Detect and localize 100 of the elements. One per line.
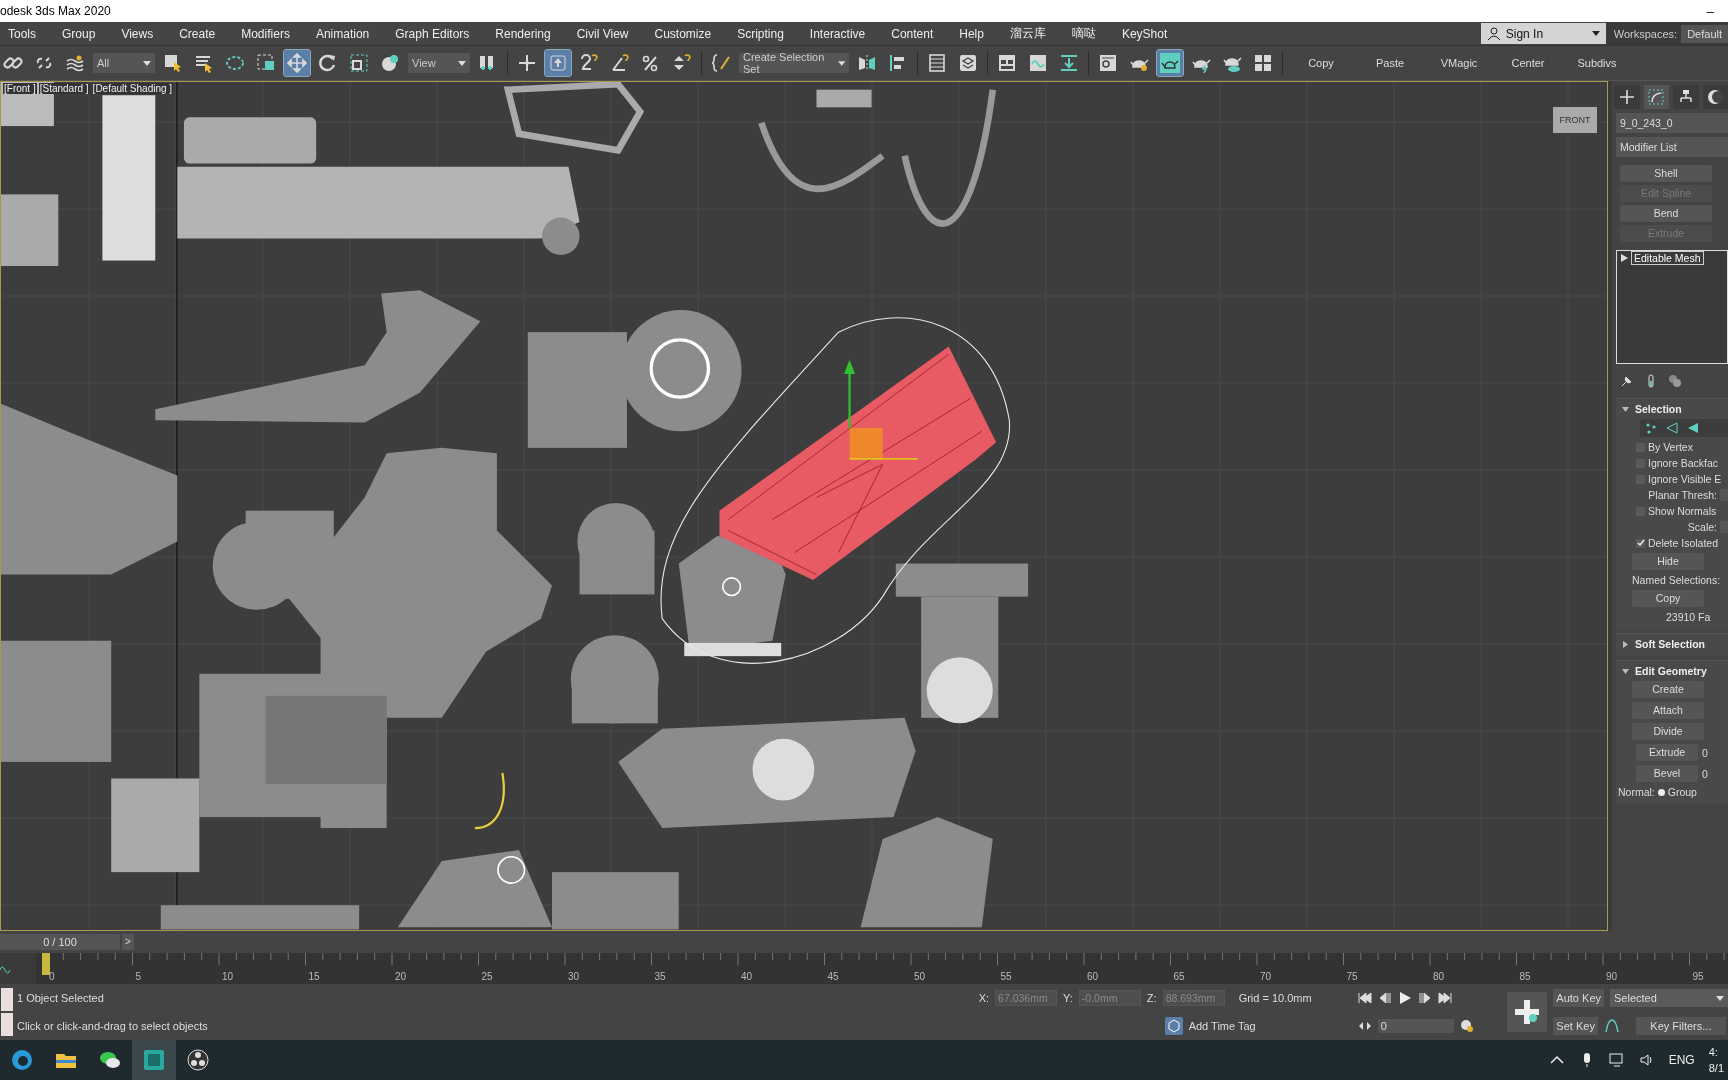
panel-tab[interactable] <box>1673 85 1699 109</box>
menu-item[interactable]: 嘀哒 <box>1058 25 1109 42</box>
frame-counter[interactable]: 0 / 100 <box>0 934 120 950</box>
arrow-up-button[interactable] <box>545 50 571 76</box>
clock-gear-icon[interactable] <box>1459 1019 1474 1033</box>
modifier-stack-item[interactable]: Editable Mesh <box>1632 252 1703 264</box>
radio-option[interactable]: Group <box>1667 786 1697 798</box>
selection-filter-dropdown[interactable]: All <box>93 53 155 73</box>
modifier-button[interactable]: Bend <box>1620 205 1712 222</box>
selection-set-dropdown[interactable]: Create Selection Set <box>739 53 849 73</box>
cube-icon[interactable] <box>1164 1016 1183 1035</box>
menu-item[interactable]: KeyShot <box>1108 26 1181 41</box>
next-frame-button[interactable]: > <box>122 934 134 950</box>
go-to-end-icon[interactable] <box>1437 991 1452 1005</box>
viewport-label[interactable]: [Front ] <box>3 83 37 94</box>
snap-icon <box>579 53 599 73</box>
panel-button[interactable]: Attach <box>1632 702 1704 719</box>
rollout-title[interactable]: Edit Geometry <box>1635 665 1707 677</box>
set-key-toggle[interactable]: Set Key <box>1553 1017 1598 1035</box>
language-indicator[interactable]: ENG <box>1668 1053 1695 1067</box>
track-bar[interactable]: 0 5 10 15 20 25 30 35 40 45 50 55 60 65 70 75 80 85 90 95 <box>36 953 1728 984</box>
triangle-icon[interactable] <box>1686 421 1700 435</box>
panel-tab[interactable] <box>1614 85 1640 109</box>
modifier-button[interactable]: Shell <box>1620 165 1712 182</box>
radio-button[interactable] <box>1657 788 1665 796</box>
network-icon[interactable] <box>1608 1052 1625 1068</box>
set-key-button[interactable] <box>1507 992 1548 1032</box>
menu-item[interactable]: Civil View <box>563 26 642 41</box>
teapot-button[interactable] <box>1157 50 1183 76</box>
menu-item[interactable]: Scripting <box>724 26 797 41</box>
previous-frame-icon[interactable] <box>1377 991 1392 1005</box>
panel-button[interactable]: Divide <box>1632 723 1704 740</box>
key-tangent-icon[interactable] <box>1603 1018 1620 1034</box>
checkbox[interactable] <box>1636 538 1645 548</box>
rollout-title[interactable]: Selection <box>1635 403 1682 415</box>
speaker-icon[interactable] <box>1638 1052 1655 1068</box>
script-button[interactable]: Subdivs <box>1565 57 1629 69</box>
vertex-icon[interactable] <box>1644 421 1658 435</box>
collapse-arrow-icon[interactable] <box>1622 667 1629 675</box>
add-time-tag-label[interactable]: Add Time Tag <box>1188 1019 1256 1032</box>
panel-button[interactable]: Bevel <box>1636 765 1698 782</box>
menu-item[interactable]: Rendering <box>482 26 564 41</box>
spinner-value[interactable]: 0 <box>1702 767 1708 780</box>
auto-key-button[interactable]: Auto Key <box>1553 989 1604 1007</box>
collapse-arrow-icon[interactable] <box>1622 405 1629 413</box>
menu-item[interactable]: Customize <box>641 26 725 41</box>
move-button[interactable] <box>284 50 310 76</box>
minimize-button[interactable]: – <box>1692 3 1728 19</box>
expand-arrow-icon[interactable] <box>1621 254 1628 262</box>
go-to-start-icon[interactable] <box>1357 991 1372 1005</box>
panel-tab[interactable] <box>1643 85 1669 109</box>
key-filters-button[interactable]: Key Filters... <box>1635 1017 1726 1035</box>
key-set-dropdown[interactable]: Selected <box>1610 989 1728 1007</box>
arrows-icon[interactable] <box>1357 1019 1372 1033</box>
menu-item[interactable]: Group <box>49 26 109 41</box>
menu-item[interactable]: Help <box>946 26 997 41</box>
spinner-value[interactable]: 0 <box>1702 746 1708 759</box>
panel-button[interactable]: Hide <box>1632 553 1704 570</box>
object-name-field[interactable]: 9_0_243_0 <box>1616 113 1728 133</box>
workspace-dropdown[interactable]: Default <box>1681 24 1728 43</box>
menu-item[interactable]: Animation <box>302 26 383 41</box>
panel-button[interactable]: Create <box>1632 681 1704 698</box>
menu-item[interactable]: Content <box>878 26 947 41</box>
script-button[interactable]: Copy <box>1289 57 1353 69</box>
menu-item[interactable]: Graph Editors <box>382 26 483 41</box>
sign-in-dropdown[interactable]: Sign In <box>1480 23 1606 44</box>
next-frame-icon[interactable] <box>1417 991 1432 1005</box>
current-frame-field[interactable]: 0 <box>1377 1019 1454 1033</box>
modifier-list-dropdown[interactable]: Modifier List <box>1616 137 1728 157</box>
instances-icon[interactable] <box>1668 374 1682 388</box>
brace-icon <box>711 53 731 73</box>
play-icon[interactable] <box>1397 991 1412 1005</box>
viewcube[interactable]: FRONT <box>1553 107 1597 133</box>
frame-number: 30 <box>568 971 580 982</box>
menu-item[interactable]: Views <box>108 26 167 41</box>
menu-item[interactable]: Create <box>166 26 229 41</box>
script-button[interactable]: VMagic <box>1427 57 1491 69</box>
panel-button[interactable]: Copy <box>1632 590 1704 607</box>
script-button[interactable]: Paste <box>1358 57 1422 69</box>
expand-arrow-icon[interactable] <box>1622 640 1629 648</box>
menu-item[interactable]: Modifiers <box>228 26 303 41</box>
triangle-outline-icon[interactable] <box>1665 421 1679 435</box>
menu-item[interactable]: Interactive <box>796 26 879 41</box>
menu-item[interactable]: 溜云库 <box>996 25 1059 42</box>
coordinate-system-dropdown[interactable]: View <box>408 53 470 73</box>
menu-item[interactable]: Tools <box>0 26 49 41</box>
pin-icon[interactable] <box>1620 374 1634 388</box>
panel-button[interactable]: Extrude <box>1636 744 1698 761</box>
viewport-label[interactable]: [Default Shading ] <box>91 83 174 94</box>
clock-time[interactable]: 4: <box>1708 1044 1724 1060</box>
playhead-marker[interactable] <box>42 953 50 975</box>
move-gizmo[interactable] <box>844 359 919 460</box>
layers-icon <box>958 53 978 73</box>
curve-icon[interactable] <box>0 963 10 974</box>
script-button[interactable]: Center <box>1496 57 1560 69</box>
viewport-label[interactable]: [Standard ] <box>38 83 90 94</box>
sphere-icon <box>380 53 400 73</box>
caret-icon <box>458 60 466 66</box>
panel-tab[interactable] <box>1702 85 1728 109</box>
clock-date[interactable]: 8/1 <box>1708 1060 1724 1076</box>
